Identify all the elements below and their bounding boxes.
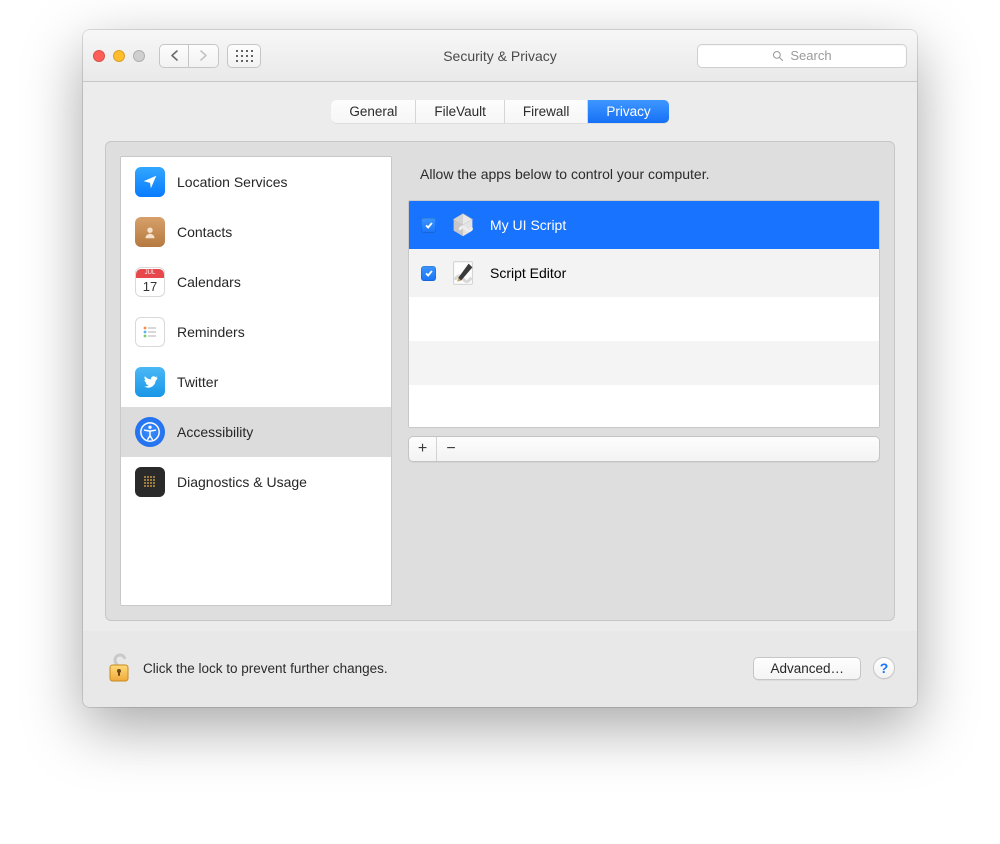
- sidebar-item-label: Location Services: [177, 174, 288, 190]
- back-button[interactable]: [159, 44, 189, 68]
- sidebar-item-label: Contacts: [177, 224, 232, 240]
- show-all-button[interactable]: [227, 44, 261, 68]
- tab-row: General FileVault Firewall Privacy: [83, 82, 917, 123]
- privacy-sidebar: Location Services Contacts JUL 17 Calend…: [120, 156, 392, 606]
- app-checkbox[interactable]: [421, 266, 436, 281]
- tab-privacy[interactable]: Privacy: [588, 100, 668, 123]
- script-editor-icon: [448, 258, 478, 288]
- app-list: My UI Script Script Editor: [408, 200, 880, 428]
- app-name: My UI Script: [490, 217, 566, 233]
- privacy-pane: Location Services Contacts JUL 17 Calend…: [105, 141, 895, 621]
- zoom-window-button[interactable]: [133, 50, 145, 62]
- privacy-detail: Allow the apps below to control your com…: [408, 156, 880, 606]
- tab-firewall[interactable]: Firewall: [505, 100, 589, 123]
- reminders-icon: [135, 317, 165, 347]
- chevron-right-icon: [199, 50, 208, 61]
- checkmark-icon: [424, 220, 434, 230]
- nav-buttons: [159, 44, 219, 68]
- add-button[interactable]: +: [409, 437, 437, 461]
- app-row-empty: [409, 297, 879, 341]
- plus-icon: +: [418, 440, 427, 458]
- lock-control[interactable]: Click the lock to prevent further change…: [105, 651, 388, 685]
- chevron-left-icon: [170, 50, 179, 61]
- sidebar-item-accessibility[interactable]: Accessibility: [121, 407, 391, 457]
- preferences-window: Security & Privacy Search General FileVa…: [83, 30, 917, 707]
- app-row-empty: [409, 385, 879, 428]
- lock-open-icon: [105, 651, 133, 685]
- tab-segmented-control: General FileVault Firewall Privacy: [331, 100, 668, 123]
- sidebar-item-reminders[interactable]: Reminders: [121, 307, 391, 357]
- search-placeholder: Search: [790, 48, 831, 63]
- sidebar-item-twitter[interactable]: Twitter: [121, 357, 391, 407]
- traffic-lights: [93, 50, 145, 62]
- sidebar-item-diagnostics[interactable]: Diagnostics & Usage: [121, 457, 391, 507]
- app-checkbox[interactable]: [421, 218, 436, 233]
- twitter-icon: [135, 367, 165, 397]
- add-remove-control: + −: [408, 436, 880, 462]
- contacts-icon: [135, 217, 165, 247]
- app-row[interactable]: Script Editor: [409, 249, 879, 297]
- sidebar-item-label: Accessibility: [177, 424, 253, 440]
- detail-heading: Allow the apps below to control your com…: [408, 156, 880, 200]
- sidebar-item-label: Twitter: [177, 374, 218, 390]
- advanced-button[interactable]: Advanced…: [753, 657, 861, 680]
- help-button[interactable]: ?: [873, 657, 895, 679]
- remove-button[interactable]: −: [437, 437, 465, 461]
- tab-general[interactable]: General: [331, 100, 416, 123]
- accessibility-icon: [135, 417, 165, 447]
- search-icon: [772, 50, 784, 62]
- content-area: Location Services Contacts JUL 17 Calend…: [83, 123, 917, 631]
- location-icon: [135, 167, 165, 197]
- close-window-button[interactable]: [93, 50, 105, 62]
- sidebar-item-label: Calendars: [177, 274, 241, 290]
- tab-filevault[interactable]: FileVault: [416, 100, 505, 123]
- script-app-icon: [448, 210, 478, 240]
- help-icon: ?: [880, 660, 889, 676]
- grid-icon: [236, 50, 253, 62]
- sidebar-item-calendars[interactable]: JUL 17 Calendars: [121, 257, 391, 307]
- sidebar-item-contacts[interactable]: Contacts: [121, 207, 391, 257]
- checkmark-icon: [424, 268, 434, 278]
- sidebar-item-label: Reminders: [177, 324, 245, 340]
- app-row[interactable]: My UI Script: [409, 201, 879, 249]
- titlebar: Security & Privacy Search: [83, 30, 917, 82]
- forward-button[interactable]: [189, 44, 219, 68]
- diagnostics-icon: [135, 467, 165, 497]
- calendar-icon: JUL 17: [135, 267, 165, 297]
- app-name: Script Editor: [490, 265, 566, 281]
- lock-text: Click the lock to prevent further change…: [143, 661, 388, 676]
- app-row-empty: [409, 341, 879, 385]
- sidebar-item-location-services[interactable]: Location Services: [121, 157, 391, 207]
- minimize-window-button[interactable]: [113, 50, 125, 62]
- footer: Click the lock to prevent further change…: [83, 631, 917, 707]
- sidebar-item-label: Diagnostics & Usage: [177, 474, 307, 490]
- minus-icon: −: [446, 440, 455, 458]
- search-field[interactable]: Search: [697, 44, 907, 68]
